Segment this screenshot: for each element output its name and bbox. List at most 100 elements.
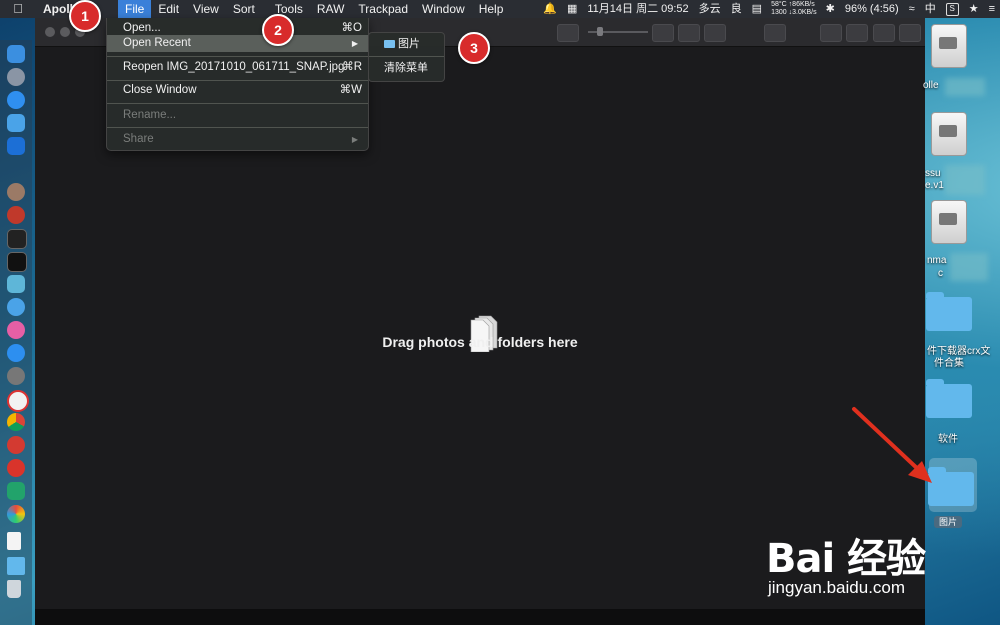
label-blur [950,253,988,281]
safari-icon[interactable] [7,91,25,109]
monitor-icon[interactable]: ▤ [747,0,767,18]
disk-image-icon[interactable] [931,112,967,156]
cpu-temp: 58°C [771,1,787,8]
red-arrow-annotation [852,407,932,483]
bluetooth-icon[interactable]: ✱ [821,0,840,18]
recent-item-pictures-row: 图片 [384,35,420,53]
info-icon[interactable] [764,24,786,42]
menu-separator [107,80,368,81]
fan-rpm: 1300 [771,9,787,16]
list-menu-icon[interactable]: ≡ [984,0,1000,18]
wifi-icon[interactable]: ≈ [904,0,920,18]
menu-sort[interactable]: Sort [226,0,262,18]
watermark-url: jingyan.baidu.com [768,578,906,597]
close-window-button[interactable] [45,27,55,37]
step-badge-3: 3 [458,32,490,64]
trash-icon[interactable] [7,580,21,598]
folder-icon [384,40,395,48]
red-app-icon[interactable] [7,206,25,224]
step-badge-1: 1 [69,0,101,32]
menu-help[interactable]: Help [472,0,511,18]
status-area: 🔔 ▦ 11月14日 周二 09:52 多云 良 ▤ 58°C ↑86KB/s … [538,0,1000,18]
zoom-out-icon[interactable] [557,24,579,42]
minimize-window-button[interactable] [60,27,70,37]
recent-item-pictures[interactable]: 图片 [369,35,444,53]
star-icon[interactable]: ★ [964,0,984,18]
open-recent-submenu: 图片 清除菜单 [368,32,445,82]
menu-item-share: Share ▶ [107,131,368,148]
network-monitor[interactable]: 58°C ↑86KB/s 1300 ↓3.0KB/s [767,1,821,17]
apple-menu-icon[interactable]:  [0,0,36,18]
menu-item-reopen[interactable]: Reopen IMG_20171010_061711_SNAP.jpg ⌘R [107,59,368,76]
folder-icon[interactable] [926,292,972,331]
menu-separator [107,56,368,57]
finder-icon[interactable] [7,45,25,63]
file-menu-dropdown: Open... ⌘O Open Recent ▶ Reopen IMG_2017… [106,18,369,151]
s-app-icon[interactable]: S [941,0,964,18]
pinwheel-icon[interactable] [7,505,25,523]
watermark-main: Bai 经验 [766,536,926,582]
left-sidebar-icon[interactable] [873,24,895,42]
mic-icon[interactable] [7,298,25,316]
yandex-icon[interactable] [7,390,29,412]
input-method[interactable]: 中 [920,0,941,18]
disk-image-icon[interactable] [931,24,967,68]
upload-speed: ↑86KB/s [788,1,815,8]
menu-item-close-window[interactable]: Close Window ⌘W [107,82,368,99]
menu-item-open-recent[interactable]: Open Recent ▶ [107,35,368,52]
share-icon[interactable] [820,24,842,42]
preview-icon[interactable] [7,275,25,293]
photos-icon[interactable] [7,183,25,201]
drop-hint-text: Drag photos and folders here [382,334,578,350]
step-badge-2: 2 [262,14,294,46]
battery-status[interactable]: 96% (4:56) [840,0,904,18]
menu-file[interactable]: File [118,0,152,18]
grid-icon[interactable]: ▦ [562,0,582,18]
terminal-icon[interactable] [7,252,27,272]
menu-trackpad[interactable]: Trackpad [351,0,415,18]
app-store-icon[interactable] [7,344,25,362]
menu-item-rename: Rename... [107,107,368,124]
downloads-folder-icon[interactable] [7,557,25,575]
menu-item-share-label: Share [123,133,154,145]
zoom-slider-knob[interactable] [597,27,603,36]
contacts-icon[interactable] [7,114,25,132]
recent-item-pictures-label: 图片 [398,38,420,50]
chrome-icon[interactable] [7,413,25,431]
green-app-icon[interactable] [7,482,25,500]
grid-view-icon[interactable] [678,24,700,42]
window-bottom-bar [35,609,925,625]
label-blur [945,165,985,195]
disk-image-icon[interactable] [931,200,967,244]
system-preferences-icon[interactable] [7,367,25,385]
fit-icon[interactable] [704,24,726,42]
desktop-label: e.v1 [925,180,944,191]
menu-edit[interactable]: Edit [151,0,186,18]
teamviewer-icon[interactable] [7,137,25,155]
itunes-icon[interactable] [7,321,25,339]
submenu-arrow-icon: ▶ [351,135,358,144]
play-icon[interactable] [846,24,868,42]
download-speed: ↓3.0KB/s [788,9,817,16]
menu-item-close-window-label: Close Window [123,84,197,96]
netease-music-icon[interactable] [7,436,25,454]
notification-bell-icon[interactable]: 🔔 [538,0,562,18]
right-sidebar-icon[interactable] [899,24,921,42]
activity-monitor-icon[interactable] [7,229,27,249]
clear-menu-item[interactable]: 清除菜单 [369,59,444,77]
document-icon[interactable] [7,532,21,550]
menu-item-rename-label: Rename... [123,109,177,121]
air-quality[interactable]: 良 [726,0,747,18]
datetime[interactable]: 11月14日 周二 09:52 [582,0,693,18]
launchpad-icon[interactable] [7,68,25,86]
weather[interactable]: 多云 [694,0,726,18]
menu-raw[interactable]: RAW [310,0,352,18]
menu-view[interactable]: View [186,0,226,18]
menu-separator [107,127,368,128]
zoom-in-icon[interactable] [652,24,674,42]
s-app-box: S [945,2,959,16]
vivaldi-icon[interactable] [7,459,25,477]
desktop-label: c [938,268,943,279]
menu-item-close-window-shortcut: ⌘W [339,84,362,96]
menu-window[interactable]: Window [415,0,472,18]
